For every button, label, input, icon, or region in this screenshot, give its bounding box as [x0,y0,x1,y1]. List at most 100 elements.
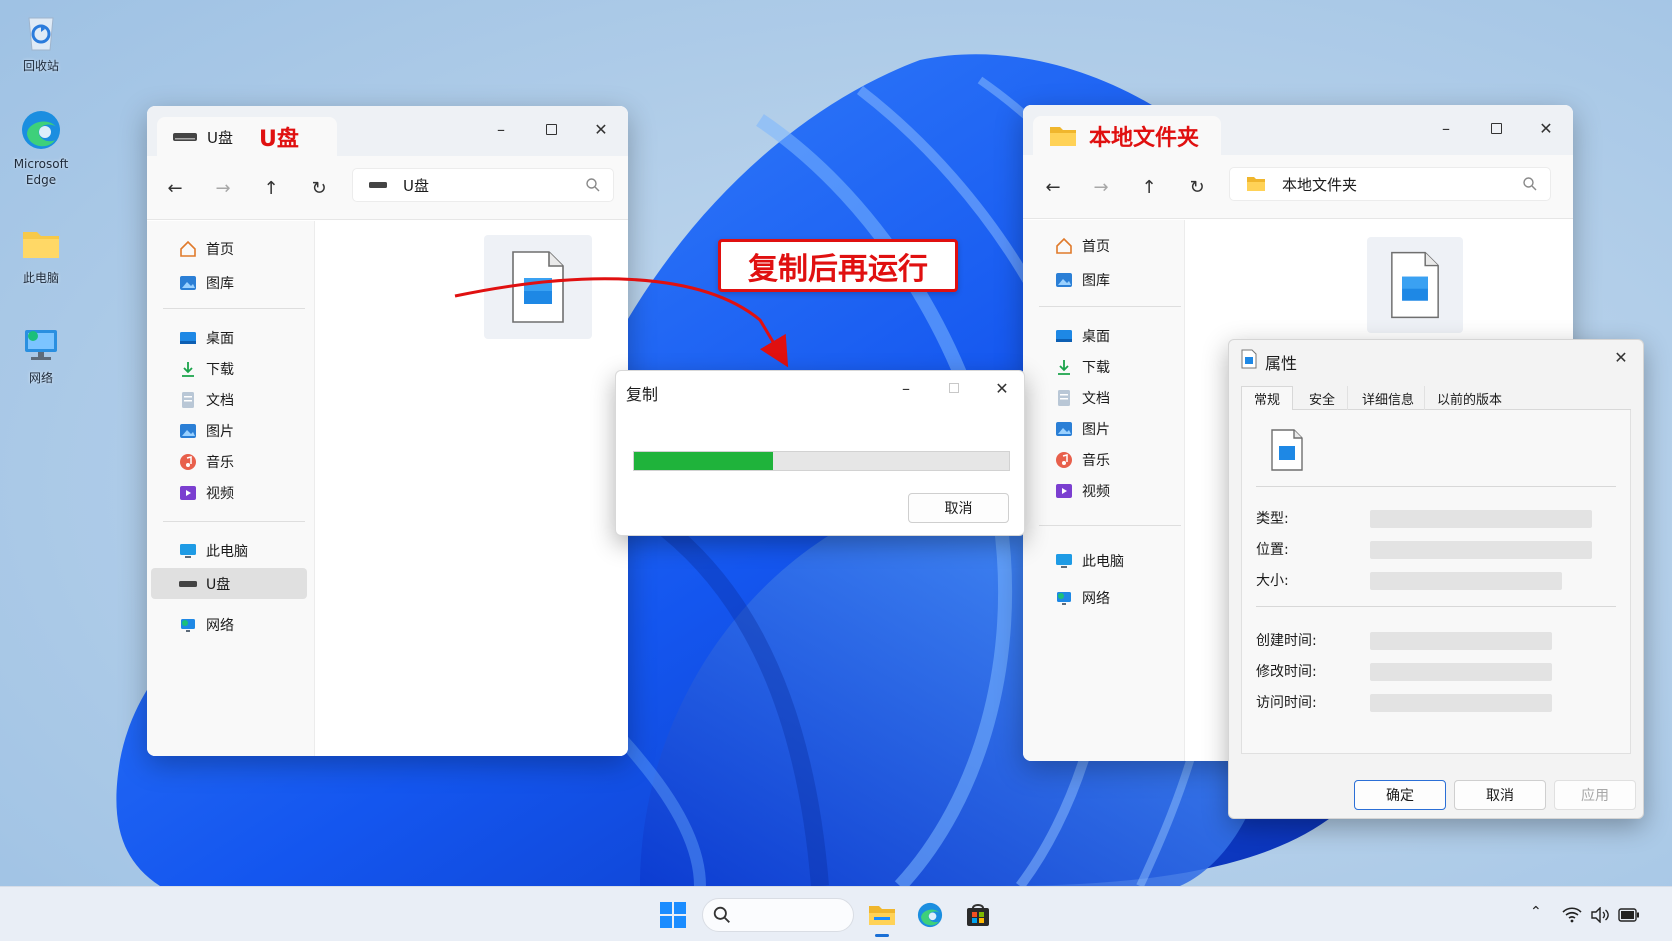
minimize-button[interactable]: – [886,373,926,403]
close-button[interactable]: ✕ [1526,113,1566,143]
sidebar-item-videos[interactable]: 视频 [151,477,307,508]
ok-button[interactable]: 确定 [1354,780,1446,810]
file-list [316,221,628,756]
sidebar-item-desktop[interactable]: 桌面 [1027,320,1183,351]
location-value [1370,541,1592,559]
maximize-button[interactable] [531,114,571,144]
general-tab-content: 类型: 位置: 大小: 创建时间: 修改时间: 访问时间: [1241,410,1631,754]
back-button[interactable]: ← [160,173,190,203]
cancel-button[interactable]: 取消 [1454,780,1546,810]
tab-details[interactable]: 详细信息 [1348,386,1426,410]
maximize-button[interactable] [934,373,974,403]
sidebar-item-music[interactable]: 音乐 [151,446,307,477]
up-button[interactable]: ↑ [1134,172,1164,202]
forward-button[interactable]: → [1086,172,1116,202]
sidebar-item-downloads[interactable]: 下载 [1027,351,1183,382]
tab-general[interactable]: 常规 [1241,386,1294,410]
maximize-button[interactable] [1476,113,1516,143]
file-item[interactable] [484,235,592,339]
battery-icon[interactable] [1618,908,1640,922]
sidebar-item-label: 网络 [1082,590,1110,607]
file-item[interactable] [1367,237,1463,333]
desktop-icon-edge[interactable]: Microsoft Edge [8,108,74,188]
network-icon [181,618,195,632]
explorer-window-usb: U盘 U盘 – ✕ ← → ↑ ↻ U盘 首页 图库 桌面 下载 文档 图片 音… [147,106,628,756]
address-text: U盘 [403,176,429,195]
back-button[interactable]: ← [1038,172,1068,202]
sidebar-item-pictures[interactable]: 图片 [151,415,307,446]
address-text: 本地文件夹 [1282,175,1358,194]
tab-local-folder[interactable]: 本地文件夹 [1033,116,1221,156]
tab-usb[interactable]: U盘 U盘 [157,117,337,157]
edge-icon [917,902,943,928]
sidebar-item-gallery[interactable]: 图库 [1027,264,1183,295]
size-label: 大小: [1256,573,1289,589]
annotation-callout: 复制后再运行 [718,239,958,292]
sidebar-item-label: 桌面 [1082,328,1110,345]
close-button[interactable]: ✕ [1601,342,1641,372]
address-bar[interactable]: 本地文件夹 [1229,167,1551,201]
properties-dialog: 属性 ✕ 常规 安全 详细信息 以前的版本 类型: 位置: 大小: 创建时间: … [1228,339,1644,819]
sidebar-item-videos[interactable]: 视频 [1027,475,1183,506]
sidebar-item-network[interactable]: 网络 [151,609,307,640]
type-value [1370,510,1592,528]
desktop-icon-network[interactable]: 网络 [8,322,74,386]
home-icon [1056,237,1072,254]
sidebar-item-documents[interactable]: 文档 [1027,382,1183,413]
taskbar-edge[interactable] [911,896,949,934]
apply-button[interactable]: 应用 [1554,780,1636,810]
file-icon [1391,251,1439,319]
sidebar-item-label: 视频 [206,485,234,502]
sidebar-item-gallery[interactable]: 图库 [151,267,307,298]
sidebar-item-this-pc[interactable]: 此电脑 [1027,545,1183,576]
sidebar-item-desktop[interactable]: 桌面 [151,322,307,353]
sidebar-item-label: 图库 [206,275,234,292]
search-icon[interactable] [1522,176,1538,192]
desktop-icon-recycle-bin[interactable]: 回收站 [8,10,74,74]
tab-security[interactable]: 安全 [1293,386,1349,410]
refresh-button[interactable]: ↻ [304,173,334,203]
desktop-icon [180,331,196,344]
start-button[interactable] [654,896,692,934]
computer-icon [1056,553,1072,568]
refresh-button[interactable]: ↻ [1182,172,1212,202]
forward-button[interactable]: → [208,173,238,203]
home-icon [180,240,196,257]
sidebar-item-downloads[interactable]: 下载 [151,353,307,384]
sidebar-item-music[interactable]: 音乐 [1027,444,1183,475]
title-bar: U盘 U盘 – ✕ [147,106,628,157]
desktop-icon-label: Microsoft Edge [13,157,69,187]
sidebar-item-pictures[interactable]: 图片 [1027,413,1183,444]
taskbar-store[interactable] [959,896,997,934]
desktop-icon [1056,329,1072,342]
sidebar-item-documents[interactable]: 文档 [151,384,307,415]
store-icon [967,904,989,926]
taskbar-file-explorer[interactable] [863,896,901,937]
close-button[interactable]: ✕ [982,373,1022,403]
wifi-icon[interactable] [1562,907,1582,923]
sidebar-item-label: 此电脑 [1082,553,1124,570]
sidebar-item-home[interactable]: 首页 [1027,230,1183,261]
annotation-usb-label: U盘 [258,127,299,152]
created-value [1370,632,1552,650]
minimize-button[interactable]: – [481,114,521,144]
sidebar-item-network[interactable]: 网络 [1027,582,1183,613]
volume-icon[interactable] [1590,907,1610,923]
address-bar[interactable]: U盘 [352,168,614,202]
taskbar-search-box[interactable] [702,898,854,932]
up-button[interactable]: ↑ [256,173,286,203]
drive-icon [173,133,197,141]
sidebar-item-label: 音乐 [1082,452,1110,469]
sidebar-item-this-pc[interactable]: 此电脑 [151,535,307,566]
sidebar-item-label: 此电脑 [206,543,248,560]
minimize-button[interactable]: – [1426,113,1466,143]
desktop-icon-this-pc[interactable]: 此电脑 [8,222,74,286]
cancel-button[interactable]: 取消 [908,493,1009,523]
tray-overflow-button[interactable]: ⌃ [1530,904,1542,920]
sidebar-item-home[interactable]: 首页 [151,233,307,264]
sidebar-item-usb[interactable]: U盘 [151,568,307,599]
search-icon[interactable] [585,177,601,193]
sidebar-item-label: 下载 [1082,359,1110,376]
tab-previous-versions[interactable]: 以前的版本 [1425,386,1514,410]
close-button[interactable]: ✕ [581,114,621,144]
